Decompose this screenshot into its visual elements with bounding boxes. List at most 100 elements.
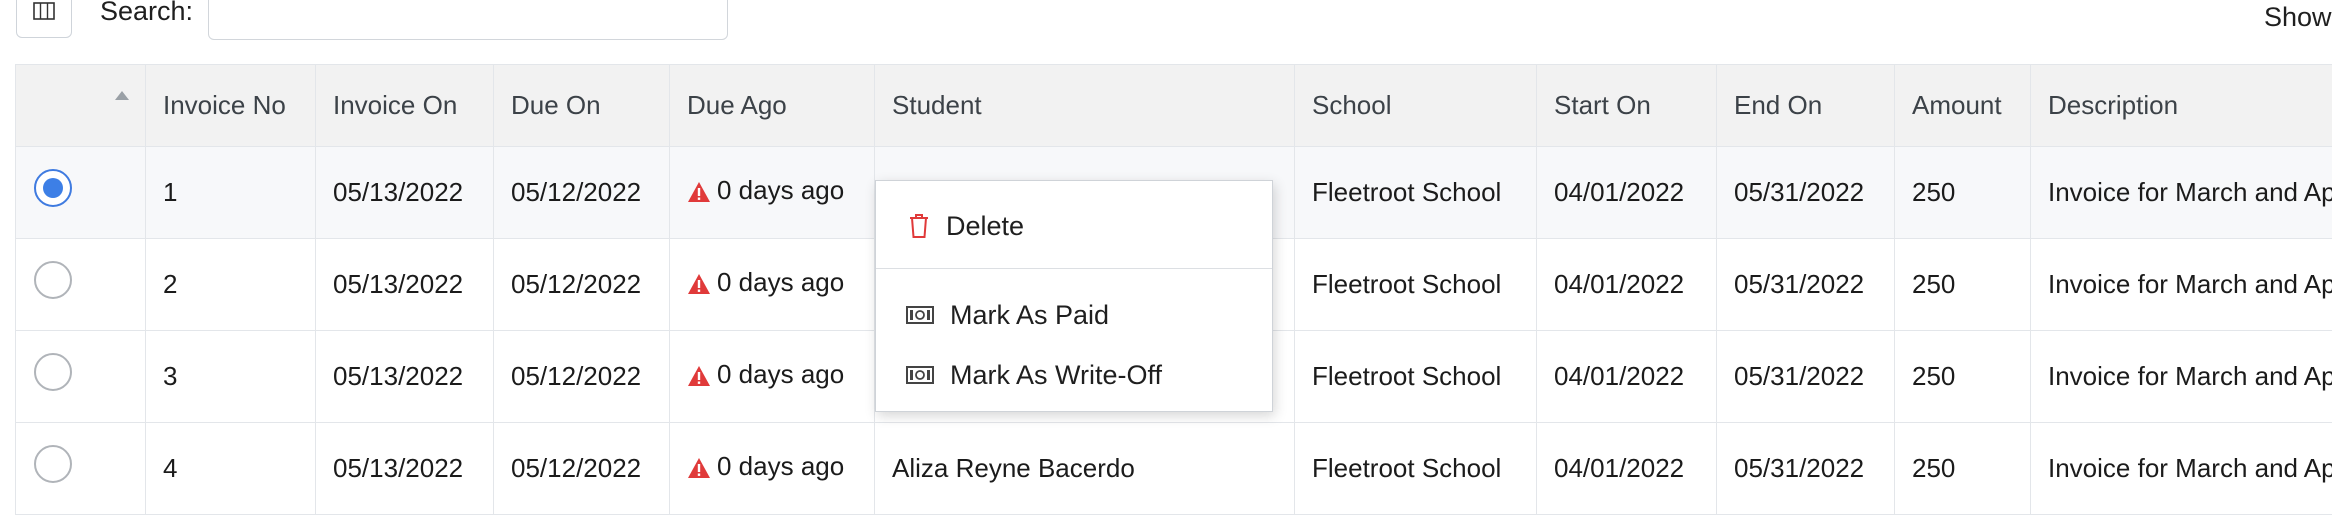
row-radio-button[interactable]	[34, 169, 72, 207]
columns-toggle-button[interactable]	[16, 0, 72, 38]
cell-amount-text: 250	[1912, 453, 1955, 483]
cell-school-text: Fleetroot School	[1312, 361, 1501, 391]
column-header-invoice-on[interactable]: Invoice On	[316, 65, 494, 147]
mark-as-paid-label: Mark As Paid	[950, 300, 1109, 331]
cell-due-on: 05/12/2022	[494, 331, 670, 423]
row-select-cell	[16, 331, 146, 423]
mark-as-paid-menu-item[interactable]: Mark As Paid	[876, 293, 1272, 337]
delete-menu-item[interactable]: Delete	[876, 203, 1272, 249]
cell-due-on: 05/12/2022	[494, 423, 670, 515]
cell-description-text: Invoice for March and Ap	[2048, 177, 2332, 207]
cell-end-on: 05/31/2022	[1717, 331, 1895, 423]
cell-due-ago-text: 0 days ago	[717, 175, 844, 205]
cell-end-on-text: 05/31/2022	[1734, 269, 1864, 299]
cell-start-on-text: 04/01/2022	[1554, 177, 1684, 207]
cell-due-ago-text: 0 days ago	[717, 359, 844, 389]
column-header-start-on[interactable]: Start On	[1537, 65, 1717, 147]
cell-end-on: 05/31/2022	[1717, 239, 1895, 331]
cell-school: Fleetroot School	[1295, 331, 1537, 423]
column-header-due-ago[interactable]: Due Ago	[670, 65, 875, 147]
cell-invoice-no: 3	[146, 331, 316, 423]
column-header-amount[interactable]: Amount	[1895, 65, 2031, 147]
cell-amount: 250	[1895, 147, 2031, 239]
table-header-row: Invoice No Invoice On Due On Due Ago Stu…	[16, 65, 2332, 147]
cell-end-on-text: 05/31/2022	[1734, 361, 1864, 391]
row-radio-button[interactable]	[34, 261, 72, 299]
cell-end-on-text: 05/31/2022	[1734, 177, 1864, 207]
cell-amount-text: 250	[1912, 361, 1955, 391]
cell-end-on: 05/31/2022	[1717, 147, 1895, 239]
column-header-end-on[interactable]: End On	[1717, 65, 1895, 147]
cell-due-on-text: 05/12/2022	[511, 177, 641, 207]
cell-invoice-on-text: 05/13/2022	[333, 269, 463, 299]
warning-triangle-icon	[687, 271, 711, 302]
menu-divider	[876, 268, 1272, 269]
cell-description-text: Invoice for March and Ap	[2048, 361, 2332, 391]
cell-amount: 250	[1895, 423, 2031, 515]
cell-due-on-text: 05/12/2022	[511, 269, 641, 299]
cell-start-on-text: 04/01/2022	[1554, 269, 1684, 299]
column-header-invoice-no[interactable]: Invoice No	[146, 65, 316, 147]
cell-description-text: Invoice for March and Ap	[2048, 453, 2332, 483]
mark-as-write-off-label: Mark As Write-Off	[950, 360, 1162, 391]
column-header-description[interactable]: Description	[2031, 65, 2332, 147]
row-select-cell	[16, 147, 146, 239]
cell-due-ago-text: 0 days ago	[717, 267, 844, 297]
cell-amount: 250	[1895, 331, 2031, 423]
row-select-cell	[16, 239, 146, 331]
table-row[interactable]: 405/13/202205/12/20220 days agoAliza Rey…	[16, 423, 2332, 515]
cell-start-on-text: 04/01/2022	[1554, 361, 1684, 391]
cell-description: Invoice for March and Ap	[2031, 239, 2332, 331]
cell-student-text: Aliza Reyne Bacerdo	[892, 453, 1135, 483]
cell-invoice-on: 05/13/2022	[316, 147, 494, 239]
cell-invoice-on-text: 05/13/2022	[333, 177, 463, 207]
cell-invoice-no-text: 2	[163, 269, 177, 299]
warning-triangle-icon	[687, 363, 711, 394]
row-radio-button[interactable]	[34, 353, 72, 391]
cell-due-ago: 0 days ago	[670, 331, 875, 423]
banknote-icon	[906, 306, 934, 324]
sort-up-icon[interactable]	[115, 91, 129, 100]
cell-start-on: 04/01/2022	[1537, 331, 1717, 423]
cell-end-on-text: 05/31/2022	[1734, 453, 1864, 483]
cell-amount-text: 250	[1912, 177, 1955, 207]
cell-student: Aliza Reyne Bacerdo	[875, 423, 1295, 515]
cell-start-on: 04/01/2022	[1537, 423, 1717, 515]
show-entries-label: Show	[2264, 2, 2332, 33]
warning-triangle-icon	[687, 179, 711, 210]
cell-school: Fleetroot School	[1295, 147, 1537, 239]
search-input[interactable]	[208, 0, 728, 40]
cell-start-on: 04/01/2022	[1537, 147, 1717, 239]
columns-icon	[33, 2, 55, 25]
cell-due-ago: 0 days ago	[670, 423, 875, 515]
cell-description: Invoice for March and Ap	[2031, 423, 2332, 515]
column-header-student[interactable]: Student	[875, 65, 1295, 147]
cell-school-text: Fleetroot School	[1312, 453, 1501, 483]
search-label: Search:	[100, 0, 193, 27]
cell-school: Fleetroot School	[1295, 239, 1537, 331]
mark-as-write-off-menu-item[interactable]: Mark As Write-Off	[876, 353, 1272, 397]
cell-due-on-text: 05/12/2022	[511, 361, 641, 391]
cell-due-ago-text: 0 days ago	[717, 451, 844, 481]
cell-due-ago: 0 days ago	[670, 239, 875, 331]
cell-amount: 250	[1895, 239, 2031, 331]
select-column-header[interactable]	[16, 65, 146, 147]
cell-school-text: Fleetroot School	[1312, 177, 1501, 207]
cell-description: Invoice for March and Ap	[2031, 147, 2332, 239]
cell-invoice-no-text: 1	[163, 177, 177, 207]
cell-school-text: Fleetroot School	[1312, 269, 1501, 299]
cell-invoice-no: 4	[146, 423, 316, 515]
cell-invoice-no: 2	[146, 239, 316, 331]
trash-icon	[908, 213, 930, 239]
column-header-school[interactable]: School	[1295, 65, 1537, 147]
cell-invoice-no: 1	[146, 147, 316, 239]
cell-end-on: 05/31/2022	[1717, 423, 1895, 515]
cell-description-text: Invoice for March and Ap	[2048, 269, 2332, 299]
column-header-due-on[interactable]: Due On	[494, 65, 670, 147]
cell-due-on-text: 05/12/2022	[511, 453, 641, 483]
cell-invoice-on-text: 05/13/2022	[333, 361, 463, 391]
cell-due-ago: 0 days ago	[670, 147, 875, 239]
row-radio-button[interactable]	[34, 445, 72, 483]
cell-invoice-on: 05/13/2022	[316, 331, 494, 423]
cell-invoice-no-text: 3	[163, 361, 177, 391]
